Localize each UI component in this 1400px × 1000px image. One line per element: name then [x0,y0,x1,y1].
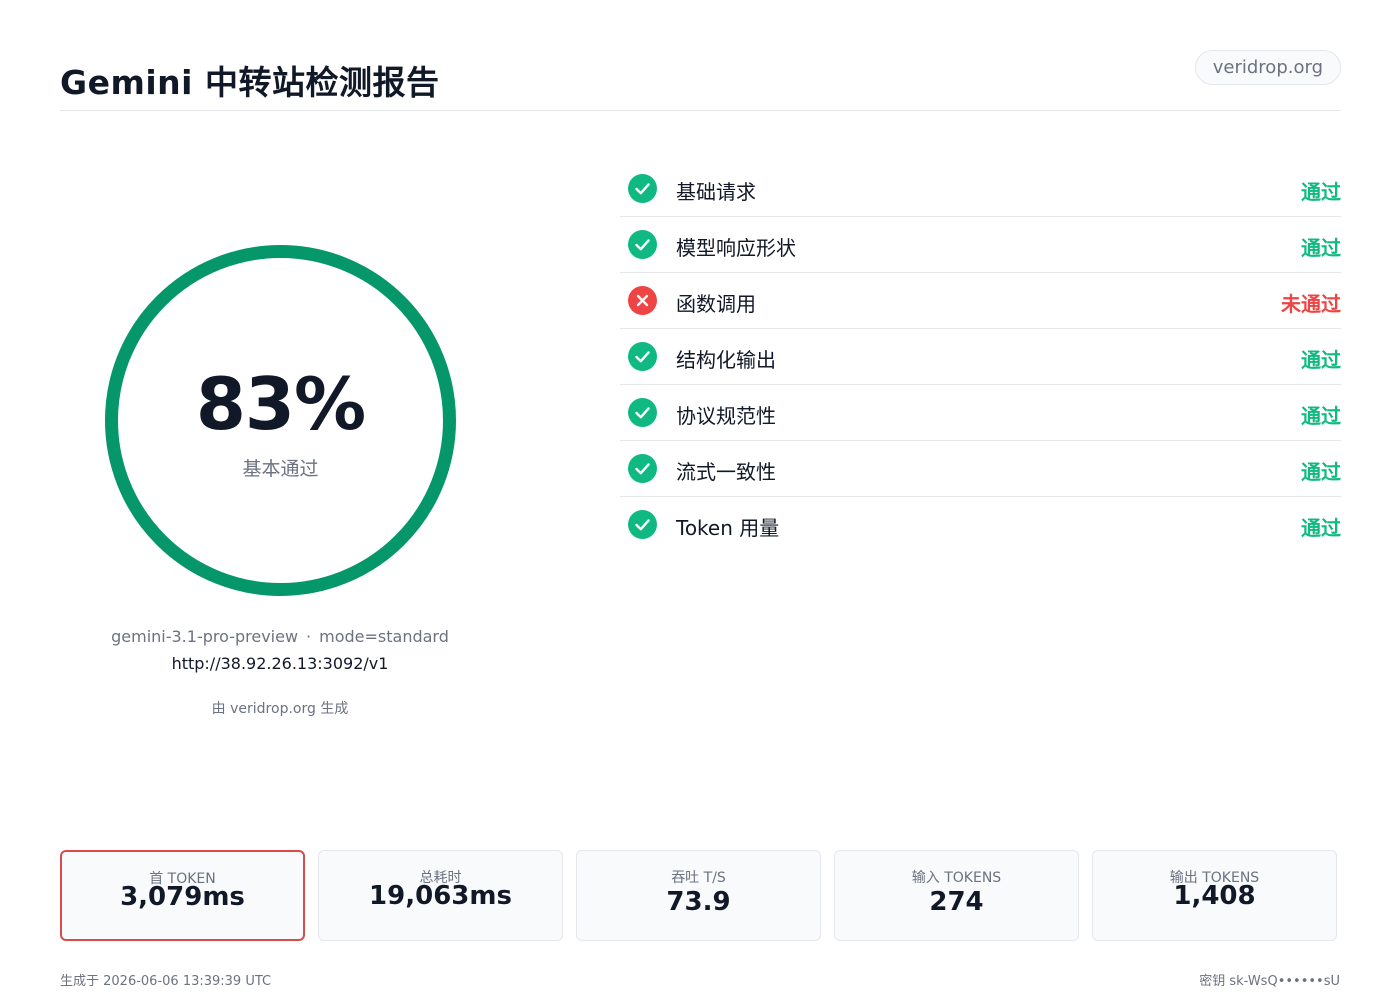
check-circle-icon [628,454,657,483]
metric-label: 输入 TOKENS [911,870,1002,886]
check-circle-icon [628,174,657,203]
check-circle-icon [628,230,657,259]
check-name: 模型响应形状 [676,236,796,260]
report-header: Gemini 中转站检测报告 veridrop.org [60,50,1341,111]
metric-card-total-time: 总耗时 19,063ms [318,850,563,941]
check-name: 流式一致性 [676,460,776,484]
metrics-bar: 首 TOKEN 3,079ms 总耗时 19,063ms 吞吐 T/S 73.9… [60,850,1341,941]
metric-value: 19,063ms [369,881,512,911]
check-row: 模型响应形状 通过 [620,217,1341,273]
metric-value: 73.9 [666,887,731,917]
check-row: 协议规范性 通过 [620,385,1341,441]
metric-card-output-tokens: 输出 TOKENS 1,408 [1092,850,1337,941]
check-name: 结构化输出 [676,348,776,372]
check-row: 结构化输出 通过 [620,329,1341,385]
metric-value: 3,079ms [120,882,245,912]
check-name: 基础请求 [676,180,756,204]
check-row: 函数调用 未通过 [620,273,1341,329]
api-key-masked: 密钥 sk-WsQ••••••sU [1199,974,1340,989]
score-label: 基本通过 [242,458,319,480]
check-circle-icon [628,510,657,539]
x-circle-icon [628,286,657,315]
check-status: 通过 [1301,348,1341,372]
check-status: 通过 [1301,180,1341,204]
check-circle-icon [628,342,657,371]
check-name: 函数调用 [676,292,756,316]
metric-card-throughput: 吞吐 T/S 73.9 [576,850,821,941]
check-status: 未通过 [1281,292,1341,316]
site-badge[interactable]: veridrop.org [1194,50,1341,85]
check-list: 基础请求 通过 模型响应形状 通过 函数调用 未通过 结构化输出 通过 协议规范… [620,161,1341,553]
generated-timestamp: 生成于 2026-06-06 13:39:39 UTC [60,974,272,989]
metric-card-input-tokens: 输入 TOKENS 274 [834,850,1079,941]
metric-value: 274 [929,887,984,917]
model-meta: gemini-3.1-pro-preview · mode=standard [60,627,500,646]
check-circle-icon [628,398,657,427]
check-status: 通过 [1301,236,1341,260]
check-status: 通过 [1301,460,1341,484]
metric-label: 吞吐 T/S [671,870,726,886]
check-row: 流式一致性 通过 [620,441,1341,497]
check-row: 基础请求 通过 [620,161,1341,217]
check-name: 协议规范性 [676,404,776,428]
score-value: 83% [195,362,366,446]
metric-card-first-token: 首 TOKEN 3,079ms [60,850,305,941]
page-title: Gemini 中转站检测报告 [60,63,440,102]
endpoint-url: http://38.92.26.13:3092/v1 [171,654,389,673]
model-name: gemini-3.1-pro-preview [111,627,299,646]
check-status: 通过 [1301,516,1341,540]
check-status: 通过 [1301,404,1341,428]
generated-by: 由 veridrop.org 生成 [211,701,349,717]
mode-label: mode=standard [319,627,449,646]
check-name: Token 用量 [676,516,780,540]
meta-separator: · [306,627,312,646]
check-row: Token 用量 通过 [620,497,1341,553]
metric-value: 1,408 [1173,881,1256,911]
